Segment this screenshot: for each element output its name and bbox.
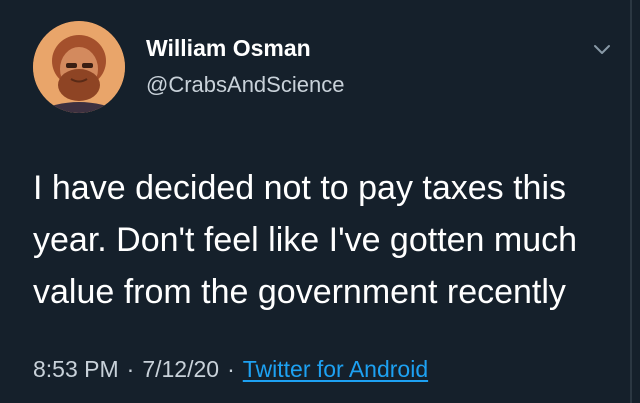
tweet-text-line: I have decided not to pay taxes this: [33, 169, 567, 207]
tweet-source-link[interactable]: Twitter for Android: [243, 356, 428, 382]
separator-dot: ·: [227, 356, 235, 382]
tweet-date[interactable]: 7/12/20: [142, 356, 219, 382]
tweet-text-line: year. Don't feel like I've gotten much: [33, 221, 578, 259]
avatar[interactable]: [33, 21, 125, 113]
author-display-name[interactable]: William Osman: [146, 35, 311, 62]
tweet-menu-button[interactable]: [593, 42, 611, 56]
tweet-metadata: 8:53 PM · 7/12/20 · Twitter for Android: [33, 356, 428, 383]
separator-dot: ·: [126, 356, 135, 382]
tweet-text: I have decided not to pay taxes this yea…: [33, 162, 623, 318]
tweet-text-line: value from the government recently: [33, 273, 566, 311]
avatar-photo-icon: [33, 21, 125, 113]
tweet-card: William Osman @CrabsAndScience I have de…: [0, 0, 640, 403]
author-handle[interactable]: @CrabsAndScience: [146, 72, 344, 98]
chevron-down-icon: [594, 45, 610, 54]
scrollbar-edge: [630, 0, 632, 403]
tweet-time[interactable]: 8:53 PM: [33, 356, 119, 382]
